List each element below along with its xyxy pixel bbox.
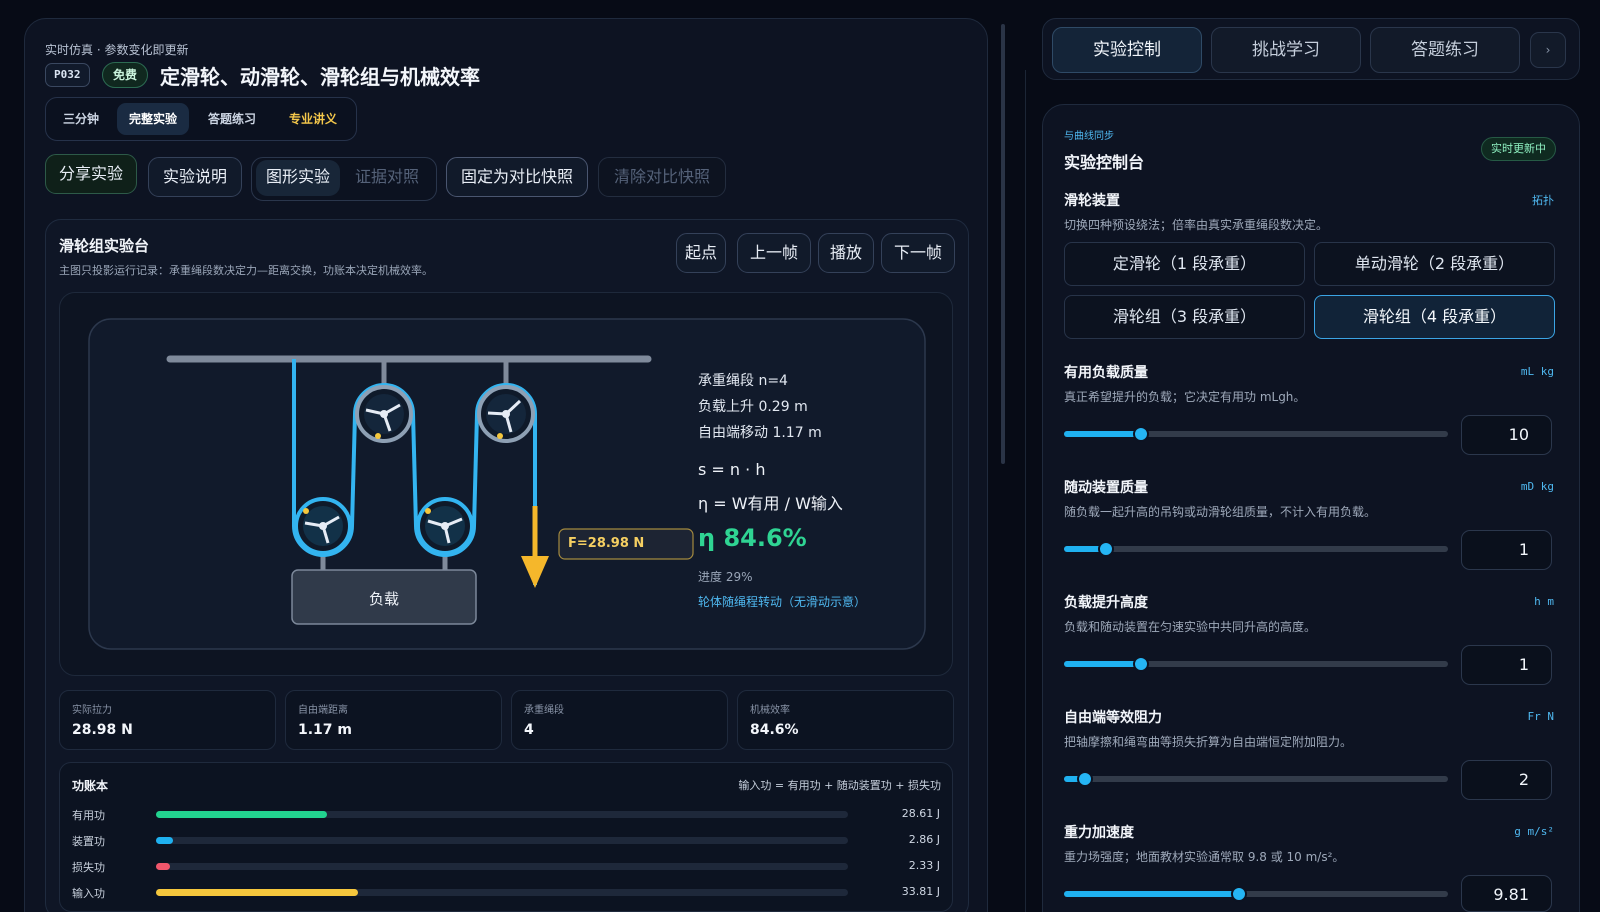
- slider-desc: 重力场强度；地面教材实验通常取 9.8 或 10 m/s²。: [1064, 850, 1345, 864]
- tab-experiment-control[interactable]: 实验控制: [1052, 27, 1202, 73]
- stat-value: 4: [524, 722, 534, 738]
- slider-handle[interactable]: [1077, 771, 1094, 787]
- slider-handle[interactable]: [1132, 656, 1149, 672]
- slider-title: 随动装置质量: [1064, 480, 1148, 496]
- slider-unit: Fr N: [1527, 710, 1555, 723]
- load-mass-input[interactable]: 10: [1461, 415, 1552, 455]
- progress-text: 进度 29%: [698, 570, 753, 584]
- column-divider: [1025, 70, 1026, 912]
- ledger-row-label: 输入功: [72, 887, 105, 900]
- ledger-bar-loss: [156, 863, 170, 870]
- fixed-pulley-1: [355, 385, 413, 443]
- ledger-bar-track: [156, 889, 848, 896]
- ledger-bar-input: [156, 889, 359, 896]
- ledger-row-value: 2.33 J: [908, 859, 940, 872]
- preset-single-movable[interactable]: 单动滑轮（2 段承重）: [1314, 242, 1555, 286]
- slider-handle[interactable]: [1132, 426, 1149, 442]
- preset-block-4[interactable]: 滑轮组（4 段承重）: [1314, 295, 1555, 339]
- console-eyebrow: 与曲线同步: [1064, 131, 1114, 142]
- slider-unit: g m/s²: [1514, 825, 1554, 838]
- ledger-row-label: 有用功: [72, 809, 105, 822]
- movable-pulley-2: [416, 497, 474, 555]
- chevron-right-icon[interactable]: ›: [1530, 32, 1566, 68]
- slider-title: 自由端等效阻力: [1064, 710, 1162, 726]
- ledger-row-value: 28.61 J: [901, 807, 940, 820]
- resistance-input[interactable]: 2: [1461, 760, 1552, 800]
- console-title: 实验控制台: [1064, 153, 1145, 172]
- force-label: F=28.98 N: [568, 536, 645, 551]
- stat-label: 实际拉力: [72, 705, 112, 716]
- stat-actual-force: 实际拉力 28.98 N: [59, 690, 276, 750]
- slider-unit: mD kg: [1520, 480, 1554, 493]
- device-mass-slider[interactable]: [1064, 541, 1448, 557]
- fixed-pulley-2: [477, 385, 535, 443]
- slider-title: 重力加速度: [1064, 825, 1134, 841]
- formula-efficiency: η = W有用 / W输入: [698, 494, 843, 513]
- ledger-bar-track: [156, 863, 848, 870]
- readout-free-end: 自由端移动 1.17 m: [698, 425, 822, 441]
- preset-block-3[interactable]: 滑轮组（3 段承重）: [1064, 295, 1305, 339]
- stat-efficiency: 机械效率 84.6%: [737, 690, 954, 750]
- gravity-slider[interactable]: [1064, 886, 1448, 902]
- slider-desc: 负载和随动装置在匀速实验中共同升高的高度。: [1064, 620, 1317, 634]
- slider-unit: mL kg: [1520, 365, 1554, 378]
- ledger-row-value: 33.81 J: [901, 885, 940, 898]
- live-status-badge: 实时更新中: [1481, 137, 1556, 161]
- resistance-slider[interactable]: [1064, 771, 1448, 787]
- ledger-bar-track: [156, 837, 848, 844]
- readout-load-rise: 负载上升 0.29 m: [698, 399, 808, 415]
- lift-height-input[interactable]: 1: [1461, 645, 1552, 685]
- pulley-section-tag: 拓扑: [1532, 194, 1554, 207]
- readout-segments: 承重绳段 n=4: [698, 373, 788, 389]
- stat-label: 机械效率: [750, 705, 790, 716]
- stat-free-end-distance: 自由端距离 1.17 m: [285, 690, 502, 750]
- gravity-input[interactable]: 9.81: [1461, 875, 1552, 912]
- ledger-row-label: 损失功: [72, 861, 105, 874]
- pulley-section-desc: 切换四种预设绕法；倍率由真实承重绳段数决定。: [1064, 218, 1329, 232]
- slider-handle[interactable]: [1230, 886, 1247, 902]
- ledger-bar-track: [156, 811, 848, 818]
- tab-quiz[interactable]: 答题练习: [1370, 27, 1520, 73]
- stat-label: 承重绳段: [524, 705, 564, 716]
- stat-bearing-segments: 承重绳段 4: [511, 690, 728, 750]
- slider-title: 负载提升高度: [1064, 595, 1148, 611]
- stat-value: 84.6%: [750, 722, 799, 738]
- slider-fill: [1064, 431, 1141, 437]
- slider-desc: 随负载一起升高的吊钩或动滑轮组质量，不计入有用负载。: [1064, 505, 1377, 519]
- slider-fill: [1064, 661, 1141, 667]
- efficiency-value: η 84.6%: [698, 524, 807, 552]
- rotation-note: 轮体随绳程转动（无滑动示意）: [698, 595, 867, 609]
- ledger-row-value: 2.86 J: [908, 833, 940, 846]
- ledger-row-label: 装置功: [72, 835, 105, 848]
- slider-unit: h m: [1534, 595, 1554, 608]
- slider-desc: 把轴摩擦和绳弯曲等损失折算为自由端恒定附加阻力。: [1064, 735, 1353, 749]
- stat-value: 1.17 m: [298, 722, 353, 738]
- movable-pulley-1: [294, 497, 352, 555]
- load-mass-slider[interactable]: [1064, 426, 1448, 442]
- pulley-section-title: 滑轮装置: [1064, 193, 1120, 209]
- lift-height-slider[interactable]: [1064, 656, 1448, 672]
- ledger-formula: 输入功 = 有用功 + 随动装置功 + 损失功: [738, 779, 941, 792]
- ledger-bar-device: [156, 837, 174, 844]
- preset-fixed-pulley[interactable]: 定滑轮（1 段承重）: [1064, 242, 1305, 286]
- ledger-bar-useful: [156, 811, 328, 818]
- device-mass-input[interactable]: 1: [1461, 530, 1552, 570]
- left-scrollbar[interactable]: [1001, 24, 1005, 464]
- ledger-title: 功账本: [72, 779, 109, 793]
- load-label: 负载: [368, 590, 399, 608]
- slider-desc: 真正希望提升的负载；它决定有用功 mLgh。: [1064, 390, 1306, 404]
- slider-fill: [1064, 891, 1239, 897]
- slider-title: 有用负载质量: [1064, 365, 1148, 381]
- stat-value: 28.98 N: [72, 722, 133, 738]
- formula-distance: s = n · h: [698, 460, 766, 479]
- tab-challenge-learning[interactable]: 挑战学习: [1211, 27, 1361, 73]
- stat-label: 自由端距离: [298, 705, 348, 716]
